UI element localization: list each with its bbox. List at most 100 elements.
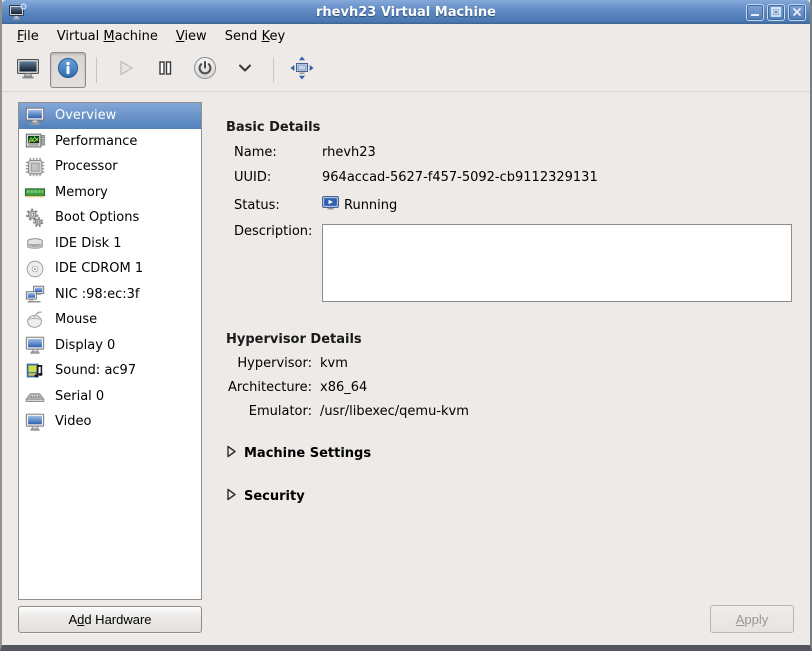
serial-port-icon (24, 385, 46, 407)
titlebar[interactable]: rhevh23 Virtual Machine (2, 0, 810, 24)
sidebar-item-performance[interactable]: Performance (19, 129, 201, 155)
sidebar-item-processor[interactable]: Processor (19, 154, 201, 180)
sidebar-item-boot-options[interactable]: Boot Options (19, 205, 201, 231)
sidebar-item-ide-cdrom-1[interactable]: IDE CDROM 1 (19, 256, 201, 282)
show-console-button[interactable] (10, 52, 46, 88)
hypervisor-details-heading: Hypervisor Details (226, 332, 794, 347)
security-expander[interactable]: Security (226, 488, 794, 505)
uuid-row: UUID: 964accad-5627-f457-5092-cb91123291… (226, 170, 794, 185)
content-area: Overview Performance (2, 92, 810, 645)
run-button[interactable] (107, 52, 143, 88)
expander-collapsed-icon (226, 445, 237, 462)
emulator-label: Emulator: (226, 404, 312, 419)
menu-vm-label: Virtual (57, 29, 104, 44)
network-icon (24, 283, 46, 305)
maximize-button[interactable] (767, 4, 785, 21)
sidebar-item-display-0[interactable]: Display 0 (19, 333, 201, 359)
hypervisor-row: Hypervisor: kvm (226, 356, 794, 371)
machine-settings-expander[interactable]: Machine Settings (226, 445, 794, 462)
minimize-button[interactable] (746, 4, 764, 21)
shutdown-button[interactable] (187, 52, 223, 88)
fullscreen-icon (288, 54, 316, 86)
emulator-value: /usr/libexec/qemu-kvm (320, 404, 469, 419)
sidebar-item-label: Performance (55, 134, 137, 149)
add-hardware-button[interactable]: Add Hardware (18, 606, 202, 633)
shutdown-menu-button[interactable] (227, 52, 263, 88)
sidebar-item-nic[interactable]: NIC :98:ec:3f (19, 282, 201, 308)
menu-file-label-rest: ile (24, 29, 39, 44)
menu-view[interactable]: View (167, 26, 216, 47)
info-icon (55, 55, 81, 85)
power-icon (191, 54, 219, 86)
running-status-icon (322, 195, 340, 215)
sidebar-item-label: Display 0 (55, 338, 115, 353)
status-row: Status: Running (226, 195, 794, 215)
sidebar-item-overview[interactable]: Overview (19, 103, 201, 129)
sidebar-item-memory[interactable]: Memory (19, 180, 201, 206)
chevron-down-icon (236, 59, 254, 81)
sidebar-item-ide-disk-1[interactable]: IDE Disk 1 (19, 231, 201, 257)
sidebar-item-label: Mouse (55, 312, 97, 327)
sidebar-item-video[interactable]: Video (19, 409, 201, 435)
sidebar-item-sound[interactable]: Sound: ac97 (19, 358, 201, 384)
video-icon (24, 411, 46, 433)
console-monitor-icon (15, 55, 41, 85)
vm-details-window: rhevh23 Virtual Machine File Virtual Mac… (0, 0, 812, 651)
hypervisor-label: Hypervisor: (226, 356, 312, 371)
menu-sendkey-label: Send (225, 29, 262, 44)
status-label: Status: (234, 198, 322, 213)
basic-details-heading: Basic Details (226, 120, 794, 135)
sidebar-item-label: Serial 0 (55, 389, 104, 404)
security-label: Security (244, 489, 305, 504)
memory-stick-icon (24, 181, 46, 203)
description-label: Description: (234, 224, 322, 239)
architecture-value: x86_64 (320, 380, 367, 395)
name-label: Name: (234, 145, 322, 160)
hypervisor-value: kvm (320, 356, 348, 371)
name-value: rhevh23 (322, 145, 376, 160)
menu-send-key[interactable]: Send Key (216, 26, 294, 47)
apply-label-rest: pply (744, 612, 768, 627)
architecture-label: Architecture: (226, 380, 312, 395)
add-hardware-label-rest: d Hardware (84, 612, 151, 627)
sidebar-item-label: Boot Options (55, 210, 139, 225)
pause-button[interactable] (147, 52, 183, 88)
emulator-row: Emulator: /usr/libexec/qemu-kvm (226, 404, 794, 419)
menu-virtual-machine[interactable]: Virtual Machine (48, 26, 167, 47)
close-icon (792, 7, 802, 17)
close-button[interactable] (788, 4, 806, 21)
sidebar-item-label: Overview (55, 108, 116, 123)
uuid-label: UUID: (234, 170, 322, 185)
description-input[interactable] (322, 224, 792, 302)
sidebar-item-label: IDE CDROM 1 (55, 261, 143, 276)
sidebar-item-serial-0[interactable]: Serial 0 (19, 384, 201, 410)
fullscreen-button[interactable] (284, 52, 320, 88)
menu-sendkey-label-rest: ey (269, 29, 285, 44)
toolbar-separator (96, 57, 97, 83)
expander-collapsed-icon (226, 488, 237, 505)
sidebar-item-label: NIC :98:ec:3f (55, 287, 139, 302)
hardware-list: Overview Performance (18, 102, 202, 600)
apply-button[interactable]: Apply (710, 605, 794, 633)
window-title: rhevh23 Virtual Machine (2, 5, 810, 20)
mouse-icon (24, 309, 46, 331)
display-icon (24, 334, 46, 356)
add-hardware-label: A (68, 612, 77, 627)
sidebar-item-mouse[interactable]: Mouse (19, 307, 201, 333)
uuid-value: 964accad-5627-f457-5092-cb9112329131 (322, 170, 598, 185)
maximize-icon (771, 7, 781, 17)
show-details-button[interactable] (50, 52, 86, 88)
overview-panel: Basic Details Name: rhevh23 UUID: 964acc… (226, 92, 794, 645)
status-value: Running (344, 198, 397, 213)
menu-file[interactable]: File (8, 26, 48, 47)
sidebar-item-label: IDE Disk 1 (55, 236, 122, 251)
monitor-icon (24, 105, 46, 127)
machine-settings-label: Machine Settings (244, 446, 371, 461)
menu-vm-mnemonic: M (103, 29, 114, 44)
performance-chart-icon (24, 130, 46, 152)
sidebar-item-label: Sound: ac97 (55, 363, 136, 378)
app-window-icon (8, 3, 28, 21)
description-row: Description: (226, 224, 794, 302)
cdrom-disc-icon (24, 258, 46, 280)
architecture-row: Architecture: x86_64 (226, 380, 794, 395)
